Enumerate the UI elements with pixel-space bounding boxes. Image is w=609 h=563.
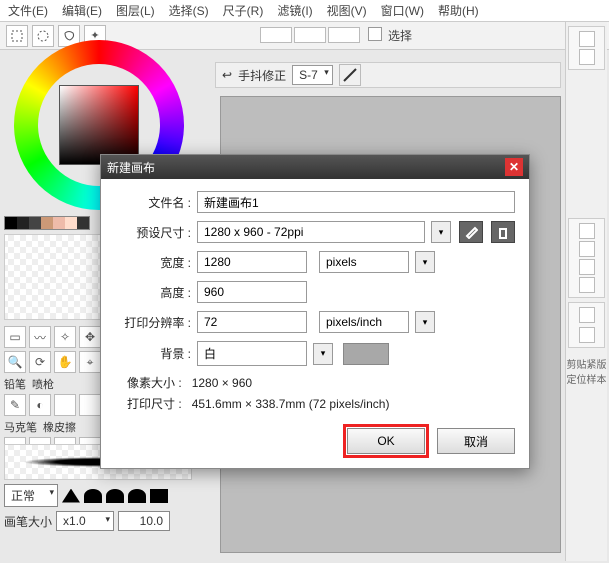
height-input[interactable] xyxy=(197,281,307,303)
tool-wand2-icon[interactable]: ✧ xyxy=(54,326,76,348)
tool-label-marker: 马克笔 xyxy=(4,419,37,435)
sel-mode-1[interactable] xyxy=(260,27,292,43)
new-canvas-dialog: 新建画布 ✕ 文件名 : 预设尺寸 : 1280 x 960 - 72ppi ▾… xyxy=(100,154,530,469)
height-label: 高度 : xyxy=(115,284,191,301)
rp-label-clipboard: 剪贴紧版 xyxy=(566,356,607,371)
rp-btn[interactable] xyxy=(579,277,595,293)
background-color-swatch[interactable] xyxy=(343,343,389,365)
rp-btn[interactable] xyxy=(579,241,595,257)
dialog-title: 新建画布 xyxy=(107,159,155,176)
dialog-titlebar[interactable]: 新建画布 ✕ xyxy=(101,155,529,179)
pixel-size-value: 1280 × 960 xyxy=(192,376,252,390)
tool-pencil-icon[interactable]: ✎ xyxy=(4,394,26,416)
brush-size-mult[interactable]: x1.0 xyxy=(56,511,114,531)
selection-mode-swatches: 选择 xyxy=(260,27,412,44)
menu-layer[interactable]: 图层(L) xyxy=(116,2,155,19)
sel-label: 选择 xyxy=(388,27,412,44)
resolution-label: 打印分辨率 : xyxy=(115,314,191,331)
tool-hand-icon[interactable]: ✋ xyxy=(54,351,76,373)
tool-label-airbrush: 喷枪 xyxy=(32,376,54,392)
tool-rect-icon[interactable]: ▭ xyxy=(4,326,26,348)
brush-shape-row xyxy=(62,489,168,503)
tool-lasso2-icon[interactable]: 〰 xyxy=(29,326,51,348)
size-unit-dropdown-icon[interactable]: ▾ xyxy=(415,251,435,273)
brush-size-value[interactable]: 10.0 xyxy=(118,511,170,531)
stabilizer-label: 手抖修正 xyxy=(238,67,286,84)
tool-x1-icon[interactable] xyxy=(54,394,76,416)
rp-label-fix: 定位样本 xyxy=(566,371,607,386)
resolution-input[interactable] xyxy=(197,311,307,333)
menu-bar: 文件(E) 编辑(E) 图层(L) 选择(S) 尺子(R) 滤镜(I) 视图(V… xyxy=(0,0,609,22)
color-square[interactable] xyxy=(59,85,139,165)
tool-x2-icon[interactable] xyxy=(79,394,101,416)
background-dropdown-icon[interactable]: ▾ xyxy=(313,343,333,365)
right-panel: 剪贴紧版 定位样本 xyxy=(565,22,607,561)
rp-btn[interactable] xyxy=(579,307,595,323)
brush-shape-4[interactable] xyxy=(128,489,146,503)
rp-btn[interactable] xyxy=(579,31,595,47)
pixel-size-label: 像素大小 : xyxy=(127,376,182,390)
menu-file[interactable]: 文件(E) xyxy=(8,2,48,19)
menu-select[interactable]: 选择(S) xyxy=(169,2,209,19)
res-unit-select[interactable]: pixels/inch xyxy=(319,311,409,333)
stabilizer-select[interactable]: S-7 xyxy=(292,65,333,85)
menu-view[interactable]: 视图(V) xyxy=(327,2,367,19)
swatch-strip[interactable] xyxy=(4,216,90,230)
close-icon[interactable]: ✕ xyxy=(505,158,523,176)
rp-btn[interactable] xyxy=(579,49,595,65)
filename-label: 文件名 : xyxy=(115,194,191,211)
preset-save-icon[interactable] xyxy=(459,221,483,243)
print-size-label: 打印尺寸 : xyxy=(127,397,182,411)
sel-mode-2[interactable] xyxy=(294,27,326,43)
brush-shape-5[interactable] xyxy=(150,489,168,503)
menu-edit[interactable]: 编辑(E) xyxy=(62,2,102,19)
preset-delete-icon[interactable] xyxy=(491,221,515,243)
print-size-value: 451.6mm × 338.7mm (72 pixels/inch) xyxy=(192,397,390,411)
res-unit-dropdown-icon[interactable]: ▾ xyxy=(415,311,435,333)
tool-rotate-icon[interactable]: ⟳ xyxy=(29,351,51,373)
cancel-button[interactable]: 取消 xyxy=(437,428,515,454)
width-input[interactable] xyxy=(197,251,307,273)
filename-input[interactable] xyxy=(197,191,515,213)
tool-picker-icon[interactable]: ⌖ xyxy=(79,351,101,373)
preset-label: 预设尺寸 : xyxy=(115,224,191,241)
rp-btn[interactable] xyxy=(579,327,595,343)
tool-move-icon[interactable]: ✥ xyxy=(79,326,101,348)
tool-label-pencil: 铅笔 xyxy=(4,376,26,392)
rp-btn[interactable] xyxy=(579,223,595,239)
background-label: 背景 : xyxy=(115,345,191,362)
brush-shape-2[interactable] xyxy=(84,489,102,503)
line-preview-icon xyxy=(339,64,361,86)
stabilizer-bar: ↩ 手抖修正 S-7 xyxy=(215,62,561,88)
tool-label-eraser: 橡皮擦 xyxy=(43,419,76,435)
menu-ruler[interactable]: 尺子(R) xyxy=(223,2,264,19)
rp-btn[interactable] xyxy=(579,259,595,275)
tool-zoom-icon[interactable]: 🔍 xyxy=(4,351,26,373)
size-unit-select[interactable]: pixels xyxy=(319,251,409,273)
preset-select[interactable]: 1280 x 960 - 72ppi xyxy=(197,221,425,243)
undo-icon[interactable]: ↩ xyxy=(222,68,232,82)
brush-controls: 正常 画笔大小 x1.0 10.0 xyxy=(4,484,192,535)
sel-mode-3[interactable] xyxy=(328,27,360,43)
tool-airbrush-icon[interactable]: ◐ xyxy=(29,394,51,416)
preset-dropdown-icon[interactable]: ▾ xyxy=(431,221,451,243)
ok-button[interactable]: OK xyxy=(347,428,425,454)
sel-checkbox[interactable] xyxy=(368,27,382,41)
menu-help[interactable]: 帮助(H) xyxy=(438,2,479,19)
menu-window[interactable]: 窗口(W) xyxy=(381,2,424,19)
brush-size-label: 画笔大小 xyxy=(4,513,52,530)
brush-shape-3[interactable] xyxy=(106,489,124,503)
brush-shape-1[interactable] xyxy=(62,489,80,503)
width-label: 宽度 : xyxy=(115,254,191,271)
blend-mode-select[interactable]: 正常 xyxy=(4,484,58,507)
menu-filter[interactable]: 滤镜(I) xyxy=(277,2,312,19)
background-select[interactable]: 白 xyxy=(197,341,307,366)
